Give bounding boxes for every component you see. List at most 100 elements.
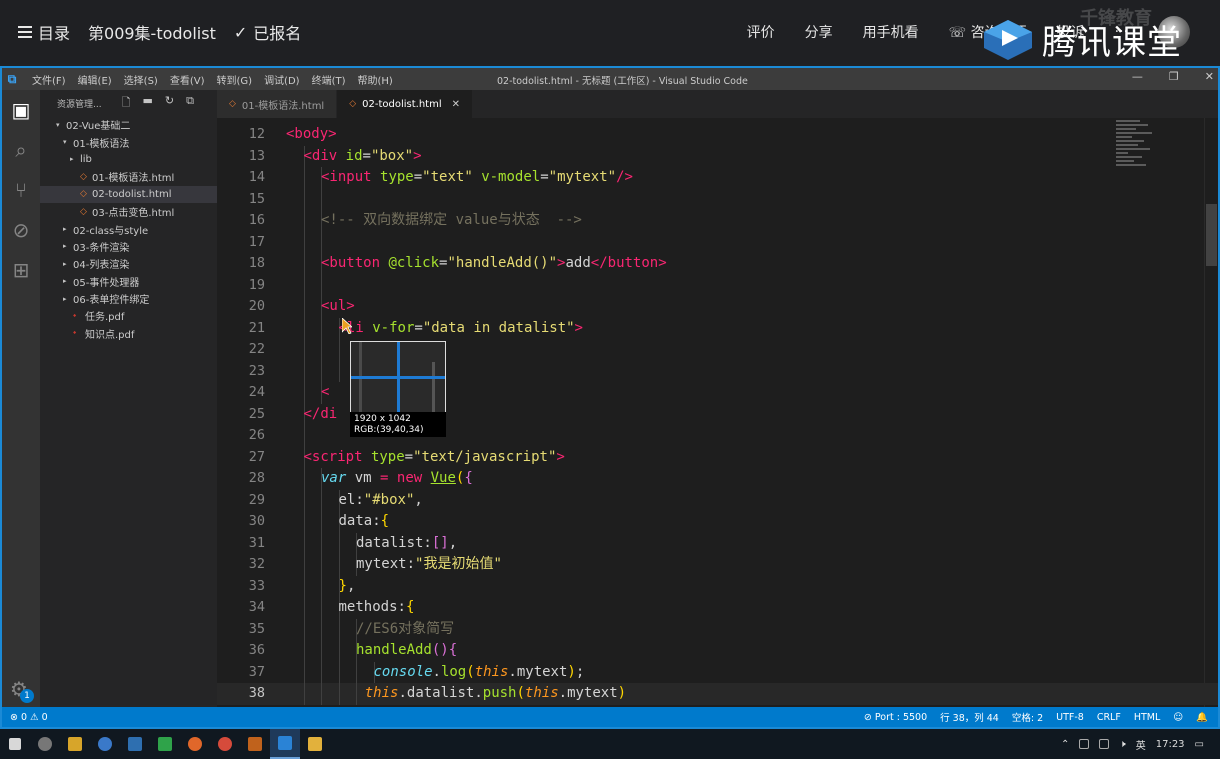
new-folder-icon[interactable]: ▬ — [142, 94, 152, 113]
code-line[interactable]: 37 console.log(this.mytext); — [217, 661, 1218, 683]
manage-gear-icon[interactable]: ⚙ 1 — [10, 677, 34, 703]
code-line[interactable]: 21 <li v-for="data in datalist"> — [217, 317, 1218, 339]
tab-01-template-syntax[interactable]: ◇ 01-模板语法.html — [217, 90, 338, 118]
line-ending[interactable]: CRLF — [1097, 712, 1121, 723]
chat-app-icon[interactable] — [30, 729, 60, 759]
tab-02-todolist[interactable]: ◇ 02-todolist.html ✕ — [337, 90, 474, 118]
menu-selection[interactable]: 选择(S) — [124, 72, 158, 87]
tree-item[interactable]: ▸ lib — [40, 151, 217, 168]
tree-item[interactable]: ▸ 06-表单控件绑定 — [40, 290, 217, 307]
tree-item[interactable]: ◇ 01-模板语法.html — [40, 168, 217, 185]
code-line[interactable]: 16 <!-- 双向数据绑定 value与状态 --> — [217, 210, 1218, 232]
tray-arrow-icon[interactable]: ⌃ — [1061, 739, 1069, 750]
book-app-icon[interactable] — [120, 729, 150, 759]
minimize-icon[interactable]: — — [1132, 70, 1143, 83]
collapse-all-icon[interactable]: ⧉ — [186, 94, 194, 113]
media-app-icon[interactable] — [240, 729, 270, 759]
cursor-position[interactable]: 行 38，列 44 — [940, 710, 999, 724]
clock[interactable]: 17:23 — [1156, 739, 1185, 750]
line-number: 16 — [248, 212, 265, 228]
code-line[interactable]: 27 <script type="text/javascript"> — [217, 446, 1218, 468]
tree-item[interactable]: ▸ 04-列表渲染 — [40, 255, 217, 272]
code-line[interactable]: 31 datalist:[], — [217, 532, 1218, 554]
live-server-port[interactable]: ⊘ Port : 5500 — [864, 712, 927, 723]
notifications-bell-icon[interactable]: 🔔 — [1196, 712, 1208, 723]
start-button[interactable] — [0, 729, 30, 759]
debug-icon[interactable]: ⊘ — [2, 210, 40, 250]
menu-edit[interactable]: 编辑(E) — [78, 72, 112, 87]
tree-item[interactable]: ▸ 03-条件渲染 — [40, 238, 217, 255]
feedback-smiley-icon[interactable]: ☺ — [1173, 712, 1183, 723]
code-line[interactable]: 18 <button @click="handleAdd()">add</butt… — [217, 253, 1218, 275]
tree-item[interactable]: ⬩ 知识点.pdf — [40, 325, 217, 342]
close-icon[interactable]: ✕ — [1205, 70, 1214, 83]
code-line[interactable]: 13 <div id="box"> — [217, 145, 1218, 167]
code-line[interactable]: 32 mytext:"我是初始值" — [217, 554, 1218, 576]
ime-indicator[interactable]: 英 — [1136, 737, 1146, 752]
notification-badge: 1 — [20, 689, 34, 703]
code-line[interactable]: 28 var vm = new Vue({ — [217, 468, 1218, 490]
action-center-icon[interactable]: ▭ — [1195, 739, 1204, 750]
menu-terminal[interactable]: 终端(T) — [312, 72, 346, 87]
tree-item[interactable]: ◇ 03-点击变色.html — [40, 203, 217, 220]
line-number: 17 — [248, 233, 265, 250]
code-line[interactable]: 35 //ES6对象简写 — [217, 618, 1218, 640]
indent-guide — [303, 683, 305, 705]
source-control-icon[interactable]: ⑂ — [2, 170, 40, 210]
extensions-icon[interactable]: ⊞ — [2, 250, 40, 290]
file-explorer-icon[interactable] — [300, 729, 330, 759]
tree-item[interactable]: ◇ 02-todolist.html — [40, 185, 217, 203]
problems-indicator[interactable]: ⊗ 0 ⚠ 0 — [2, 712, 48, 723]
menu-view[interactable]: 查看(V) — [170, 72, 205, 87]
menu-goto[interactable]: 转到(G) — [217, 72, 253, 87]
menu-file[interactable]: 文件(F) — [32, 72, 66, 87]
tree-item[interactable]: ▾ 02-Vue基础二 — [40, 116, 217, 133]
browser-app-icon[interactable] — [90, 729, 120, 759]
encoding[interactable]: UTF-8 — [1056, 712, 1084, 723]
catalog-button[interactable]: 目录 — [18, 20, 70, 44]
code-line[interactable]: 15 — [217, 188, 1218, 210]
new-file-icon[interactable]: 🗋 — [122, 94, 131, 113]
tray-network-icon[interactable] — [1099, 739, 1110, 749]
maximize-icon[interactable]: ❐ — [1169, 70, 1179, 83]
screen: 目录 第009集-todolist ✓ 已报名 评价 分享 用手机看 ☏ 咨询老… — [0, 0, 1220, 759]
watch-on-phone-link[interactable]: 用手机看 — [863, 22, 919, 42]
code-line[interactable]: 19 — [217, 274, 1218, 296]
tree-item[interactable]: ▾ 01-模板语法 — [40, 133, 217, 150]
line-number: 12 — [248, 126, 265, 142]
code-line[interactable]: 29 el:"#box", — [217, 489, 1218, 511]
tree-item[interactable]: ▸ 05-事件处理器 — [40, 273, 217, 290]
code-line[interactable]: 33}, — [217, 575, 1218, 597]
indent-guide — [303, 382, 305, 404]
tree-item[interactable]: ⬩ 任务.pdf — [40, 307, 217, 324]
code-line[interactable]: 14 <input type="text" v-model="mytext"/> — [217, 167, 1218, 189]
code-line[interactable]: 12 <body> — [217, 124, 1218, 146]
firefox-icon[interactable] — [180, 729, 210, 759]
indentation[interactable]: 空格: 2 — [1012, 710, 1043, 724]
green-app-icon[interactable] — [150, 729, 180, 759]
menu-icon — [18, 26, 32, 38]
vscode-taskbar-icon[interactable] — [270, 729, 300, 759]
code-line[interactable]: 20 <ul> — [217, 296, 1218, 318]
menu-debug[interactable]: 调试(D) — [264, 72, 300, 87]
code-line[interactable]: 38 this.datalist.push(this.mytext) — [217, 683, 1218, 705]
menu-help[interactable]: 帮助(H) — [358, 72, 393, 87]
chrome-icon[interactable] — [210, 729, 240, 759]
notes-app-icon[interactable] — [60, 729, 90, 759]
volume-icon[interactable]: 🕨 — [1119, 739, 1125, 750]
refresh-icon[interactable]: ↻ — [165, 94, 174, 113]
code-line[interactable]: 17 — [217, 231, 1218, 253]
tree-item[interactable]: ▸ 02-class与style — [40, 220, 217, 237]
tray-app-icon[interactable] — [1079, 739, 1090, 749]
explorer-icon[interactable]: ▣ — [2, 90, 40, 130]
code-line[interactable]: 36 handleAdd(){ — [217, 640, 1218, 662]
indent-guide — [338, 618, 340, 640]
close-tab-icon[interactable]: ✕ — [452, 99, 460, 110]
language-mode[interactable]: HTML — [1134, 712, 1160, 723]
code-line[interactable]: 30 data:{ — [217, 511, 1218, 533]
indent-guide — [303, 575, 305, 597]
search-icon[interactable]: ⌕ — [2, 130, 40, 170]
code-line[interactable]: 34 methods:{ — [217, 597, 1218, 619]
review-link[interactable]: 评价 — [747, 22, 775, 42]
share-link[interactable]: 分享 — [805, 22, 833, 42]
